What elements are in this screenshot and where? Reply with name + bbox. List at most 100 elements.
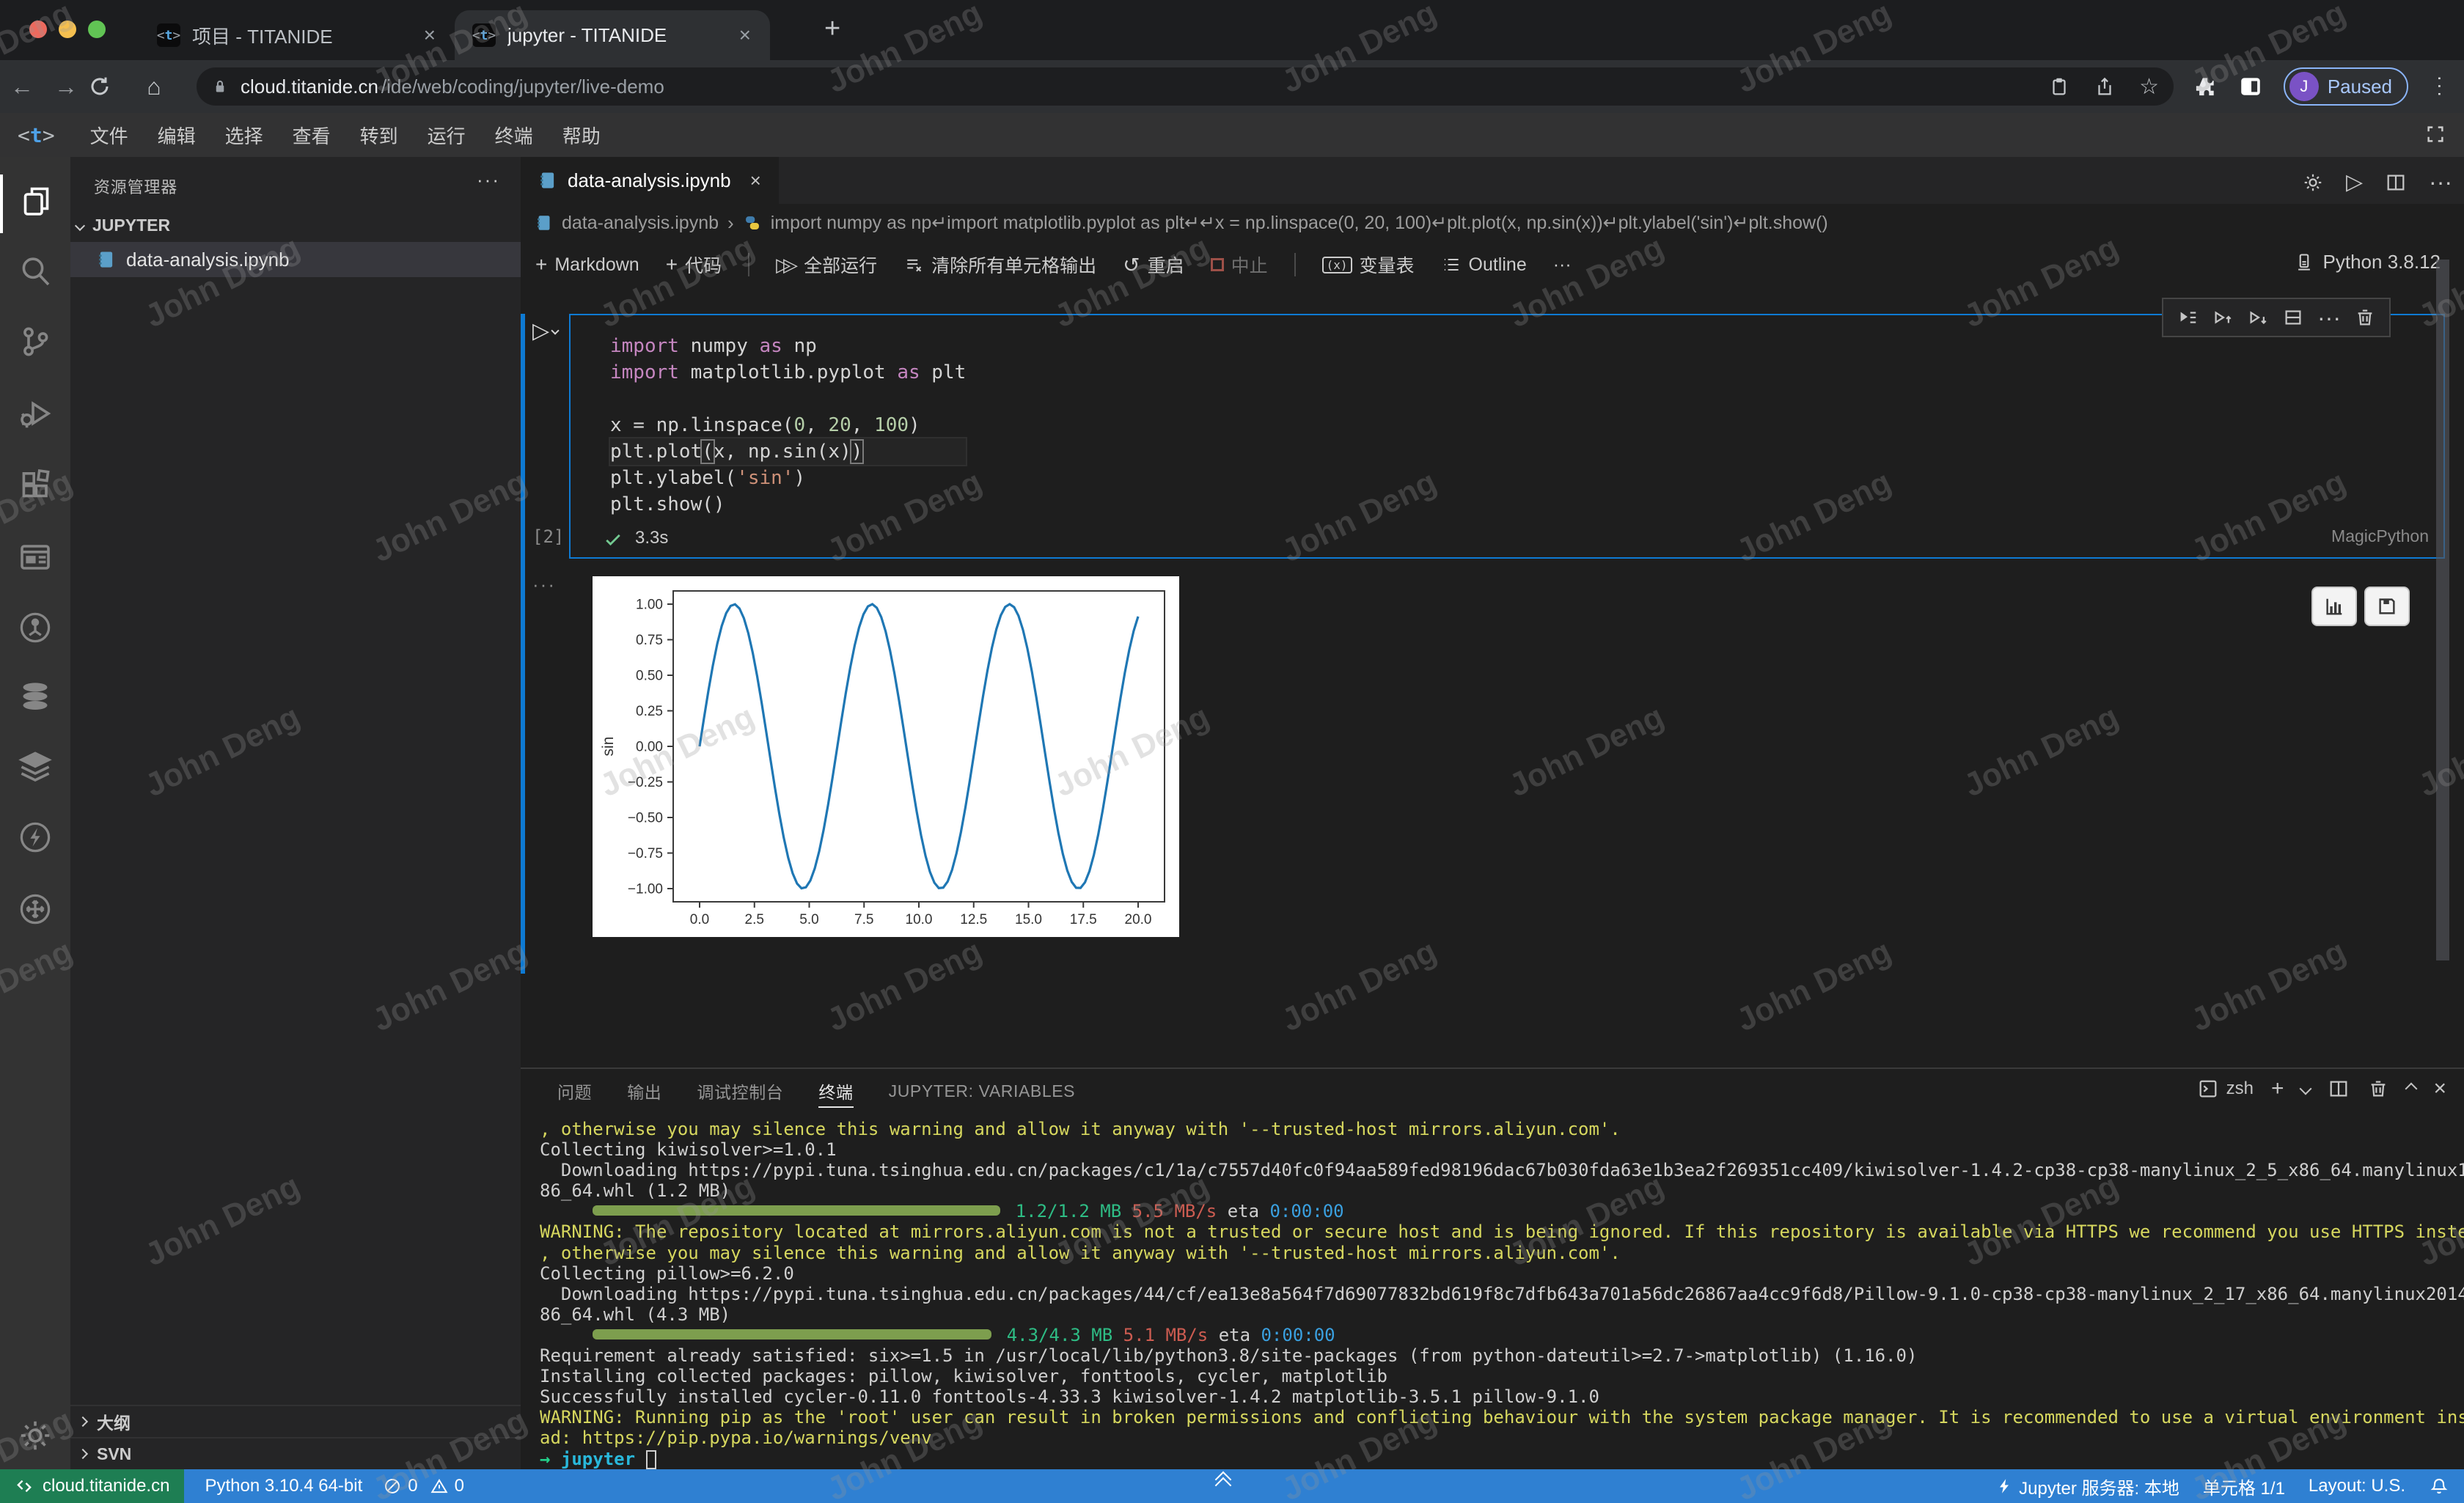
open-plot-viewer-button[interactable] — [2311, 587, 2357, 626]
panel-tab[interactable]: 问题 — [557, 1078, 592, 1103]
breadcrumb-code[interactable]: import numpy as np↵import matplotlib.pyp… — [771, 212, 1828, 234]
menu-item[interactable]: 终端 — [480, 122, 548, 149]
sidebar-item-notebook[interactable]: data-analysis.ipynb — [70, 242, 521, 277]
split-terminal-icon[interactable] — [2328, 1078, 2350, 1100]
split-editor-icon[interactable] — [2385, 172, 2407, 194]
interrupt-button[interactable]: 中止 — [1211, 251, 1268, 278]
problems-indicator[interactable]: 0 0 — [383, 1476, 464, 1496]
database-icon[interactable] — [18, 679, 53, 714]
browser-tab[interactable]: <t>项目 - TITANIDE× — [139, 10, 455, 60]
tab-close-icon[interactable]: × — [750, 169, 761, 192]
cell-language[interactable]: MagicPython — [2331, 526, 2429, 546]
new-terminal-icon[interactable]: + — [2271, 1076, 2284, 1101]
web-preview-icon[interactable] — [18, 540, 53, 575]
sidebar-section-outline[interactable]: 大纲 — [70, 1405, 521, 1437]
breadcrumb[interactable]: data-analysis.ipynb › import numpy as np… — [521, 204, 2464, 242]
run-all-button[interactable]: ▷▷全部运行 — [776, 251, 877, 278]
menu-item[interactable]: 编辑 — [143, 122, 210, 149]
share-fork-icon[interactable] — [18, 610, 53, 645]
maximize-panel-icon[interactable] — [2405, 1083, 2418, 1095]
source-control-icon[interactable] — [18, 324, 53, 359]
panel-tab[interactable]: 输出 — [627, 1078, 661, 1103]
home-icon[interactable]: ⌂ — [132, 73, 176, 100]
shell-selector[interactable]: zsh — [2197, 1078, 2254, 1100]
cell-position-indicator[interactable]: 单元格 1/1 — [2203, 1474, 2285, 1499]
spread-arrows-icon[interactable] — [18, 892, 53, 927]
remote-indicator[interactable]: cloud.titanide.cn — [0, 1469, 184, 1503]
editor-tab-notebook[interactable]: data-analysis.ipynb × — [521, 157, 779, 204]
add-markdown-button[interactable]: +Markdown — [535, 253, 639, 276]
variables-button[interactable]: (x)变量表 — [1322, 251, 1415, 278]
outline-button[interactable]: Outline — [1441, 254, 1527, 276]
cell-more-icon[interactable]: ··· — [2317, 304, 2341, 331]
profile-chip[interactable]: J Paused — [2284, 67, 2408, 106]
run-debug-icon[interactable] — [18, 396, 53, 431]
toolbar-more-icon[interactable]: ··· — [1553, 254, 1572, 276]
python-interpreter[interactable]: Python 3.10.4 64-bit — [205, 1476, 362, 1496]
layers-icon[interactable] — [18, 749, 53, 784]
restart-button[interactable]: ↺重启 — [1123, 251, 1184, 278]
editor-scrollbar[interactable] — [2436, 260, 2449, 960]
code-cell[interactable]: import numpy as npimport matplotlib.pypl… — [569, 314, 2445, 559]
extensions-icon[interactable] — [18, 468, 53, 503]
panel-tab[interactable]: 调试控制台 — [697, 1078, 783, 1103]
layout-indicator[interactable]: Layout: U.S. — [2309, 1476, 2405, 1496]
clear-outputs-button[interactable]: 清除所有单元格输出 — [903, 251, 1096, 278]
power-bolt-icon[interactable] — [18, 820, 53, 855]
extensions-puzzle-icon[interactable] — [2193, 74, 2218, 99]
panel-tab[interactable]: JUPYTER: VARIABLES — [889, 1081, 1076, 1101]
share-icon[interactable] — [2094, 76, 2116, 98]
run-editor-icon[interactable]: ▷ — [2346, 169, 2363, 195]
browser-tab[interactable]: <t>jupyter - TITANIDE× — [455, 10, 770, 60]
editor-more-icon[interactable]: ··· — [2429, 169, 2452, 196]
search-icon[interactable] — [18, 254, 53, 289]
window-zoom-button[interactable] — [88, 21, 106, 38]
menu-item[interactable]: 帮助 — [548, 122, 615, 149]
panel-tab[interactable]: 终端 — [818, 1078, 853, 1108]
add-code-button[interactable]: +代码 — [666, 251, 722, 278]
tab-close-icon[interactable]: × — [735, 23, 755, 47]
close-panel-icon[interactable]: × — [2433, 1076, 2446, 1101]
jupyter-server-indicator[interactable]: Jupyter 服务器: 本地 — [1995, 1474, 2179, 1499]
new-tab-button[interactable]: + — [824, 15, 840, 43]
execute-below-icon[interactable] — [2247, 306, 2269, 328]
run-cell-button[interactable]: ▷ — [532, 318, 558, 344]
menu-item[interactable]: 查看 — [278, 122, 345, 149]
clipboard-icon[interactable] — [2048, 76, 2070, 98]
browser-menu-icon[interactable]: ··· — [2430, 75, 2452, 98]
reload-icon[interactable] — [88, 75, 132, 98]
terminal-output[interactable]: , otherwise you may silence this warning… — [540, 1119, 2464, 1469]
output-collapse-icon[interactable]: ··· — [532, 573, 556, 596]
save-plot-button[interactable] — [2364, 587, 2410, 626]
notifications-bell-icon[interactable] — [2429, 1476, 2449, 1496]
menu-item[interactable]: 选择 — [210, 122, 278, 149]
kill-terminal-trash-icon[interactable] — [2367, 1078, 2389, 1100]
breadcrumb-file[interactable]: data-analysis.ipynb — [562, 213, 719, 234]
tab-close-icon[interactable]: × — [419, 23, 440, 47]
explorer-files-icon[interactable] — [18, 183, 53, 218]
back-icon[interactable]: ← — [0, 73, 44, 100]
address-bar[interactable]: cloud.titanide.cn/ide/web/coding/jupyter… — [197, 67, 2174, 106]
split-cell-icon[interactable] — [2282, 306, 2304, 328]
side-panel-icon[interactable] — [2238, 74, 2263, 99]
fullscreen-icon[interactable] — [2424, 123, 2446, 145]
sidebar-section-jupyter[interactable]: JUPYTER — [76, 216, 170, 235]
execute-cells-icon[interactable] — [2177, 306, 2199, 328]
expand-panel-chevrons-icon[interactable] — [1217, 1474, 1229, 1491]
explorer-more-icon[interactable]: ··· — [477, 169, 500, 191]
kernel-picker[interactable]: Python 3.8.12 — [2294, 251, 2441, 273]
cell-code[interactable]: import numpy as npimport matplotlib.pypl… — [610, 333, 966, 518]
terminal-dropdown-icon[interactable] — [2300, 1083, 2312, 1095]
forward-icon[interactable]: → — [44, 73, 88, 100]
delete-cell-trash-icon[interactable] — [2354, 306, 2376, 328]
window-minimize-button[interactable] — [59, 21, 76, 38]
notebook-settings-gear-icon[interactable] — [2302, 172, 2324, 194]
menu-item[interactable]: 转到 — [345, 122, 413, 149]
sidebar-section-svn[interactable]: SVN — [70, 1437, 521, 1469]
settings-gear-icon[interactable] — [18, 1418, 53, 1453]
bookmark-star-icon[interactable]: ☆ — [2139, 74, 2159, 100]
menu-item[interactable]: 运行 — [413, 122, 480, 149]
menu-item[interactable]: 文件 — [76, 122, 143, 149]
window-close-button[interactable] — [29, 21, 47, 38]
execute-above-icon[interactable] — [2212, 306, 2234, 328]
